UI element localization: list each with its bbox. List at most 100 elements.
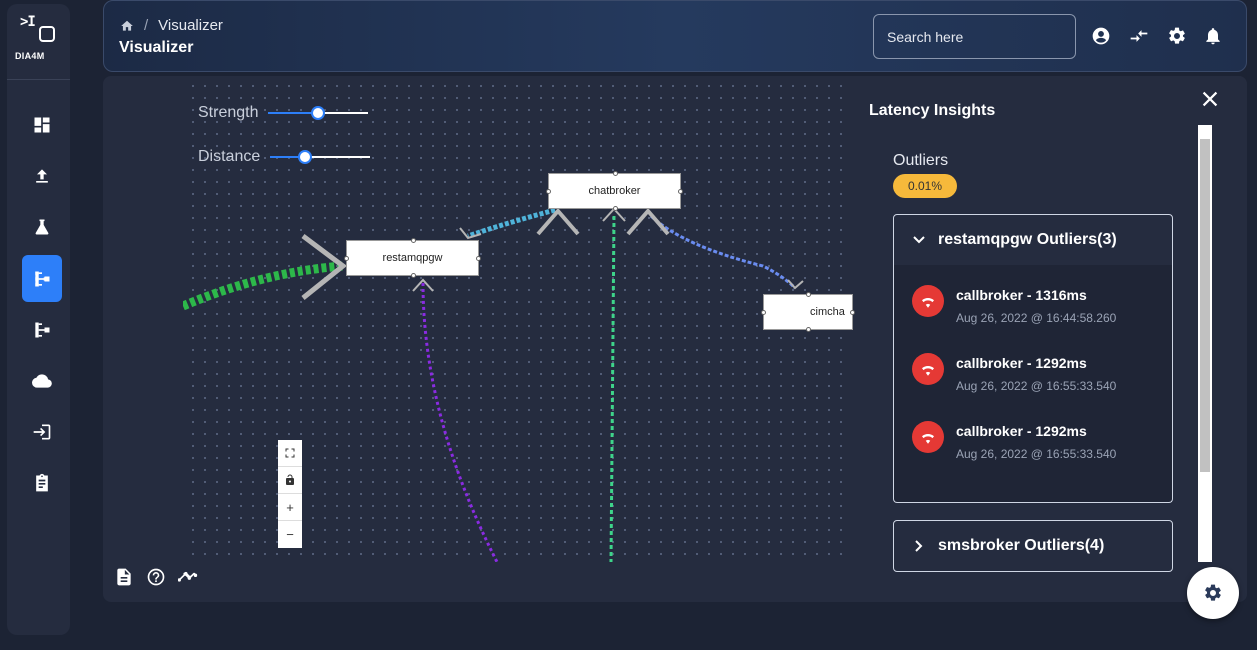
node-port[interactable] <box>612 171 618 176</box>
search-input[interactable] <box>873 14 1076 59</box>
sidebar-item-lab[interactable] <box>22 203 62 250</box>
help-button[interactable] <box>145 566 167 588</box>
collapse-sidebar-button[interactable]: >I <box>20 14 36 30</box>
chevron-down-icon <box>913 236 925 244</box>
node-port[interactable] <box>850 310 855 315</box>
node-port[interactable] <box>761 310 766 315</box>
network-signal-icon <box>912 285 944 317</box>
sidebar: >I DIA4M <box>7 4 70 635</box>
login-icon <box>33 424 51 439</box>
flask-icon <box>35 219 49 234</box>
latency-insights-panel: Latency Insights Outliers 0.01% restamqp… <box>869 76 1247 572</box>
insights-icon <box>178 571 198 582</box>
edge-green-vertical[interactable] <box>609 215 616 562</box>
lock-button[interactable] <box>278 467 302 494</box>
dashboard-icon <box>34 117 50 132</box>
list-item[interactable]: callbroker - 1292ms Aug 26, 2022 @ 16:55… <box>912 353 1116 393</box>
node-port[interactable] <box>546 189 551 194</box>
brand-name: DIA4M <box>15 51 45 61</box>
sidebar-item-dashboard[interactable] <box>22 101 62 148</box>
sidebar-item-visualizer[interactable] <box>22 255 62 302</box>
distance-slider-row: Distance <box>198 148 371 166</box>
accordion-restamqpgw[interactable]: restamqpgw Outliers(3) <box>893 214 1173 266</box>
outlier-title: callbroker - 1316ms <box>956 287 1087 303</box>
node-port[interactable] <box>410 273 416 278</box>
outlier-rate-badge: 0.01% <box>893 174 957 198</box>
outlier-timestamp: Aug 26, 2022 @ 16:55:33.540 <box>956 447 1117 461</box>
visualizer-panel: Strength Distance chatbroker restamqpgw … <box>103 76 1247 602</box>
insights-button[interactable] <box>177 566 199 588</box>
logo: >I DIA4M <box>7 4 70 80</box>
edge-arrow-head <box>787 279 804 290</box>
list-item[interactable]: callbroker - 1292ms Aug 26, 2022 @ 16:55… <box>912 421 1116 461</box>
home-icon[interactable] <box>120 19 134 33</box>
sidebar-item-login[interactable] <box>22 408 62 455</box>
fit-icon <box>285 448 295 458</box>
sidebar-item-cloud[interactable] <box>22 357 62 404</box>
zoom-controls: + − <box>278 440 302 548</box>
outliers-label: Outliers <box>893 152 949 169</box>
compare-arrows-icon[interactable] <box>1128 25 1150 47</box>
zoom-in-button[interactable]: + <box>278 494 302 521</box>
node-port[interactable] <box>476 256 481 261</box>
strength-slider[interactable] <box>268 106 369 120</box>
sidebar-item-topology[interactable] <box>22 306 62 353</box>
insights-title: Latency Insights <box>869 102 996 119</box>
edge-purple[interactable] <box>421 282 499 562</box>
accordion-smsbroker[interactable]: smsbroker Outliers(4) <box>893 520 1173 572</box>
flow-tree-icon <box>35 271 50 286</box>
distance-slider[interactable] <box>270 150 371 164</box>
gear-icon <box>1205 584 1221 601</box>
zoom-out-button[interactable]: − <box>278 521 302 548</box>
cloud-icon <box>32 373 52 388</box>
flow-tree-icon <box>35 322 50 337</box>
distance-slider-thumb[interactable] <box>298 150 313 164</box>
chevron-right-icon <box>915 540 923 552</box>
strength-label: Strength <box>198 104 259 121</box>
accordion-body-restamqpgw: callbroker - 1316ms Aug 26, 2022 @ 16:44… <box>893 265 1173 503</box>
settings-fab-button[interactable] <box>1187 567 1239 619</box>
close-icon <box>1202 91 1218 107</box>
document-button[interactable] <box>113 566 135 588</box>
breadcrumb: / Visualizer <box>120 17 223 34</box>
edge-arrow-head <box>626 207 670 236</box>
help-icon <box>147 568 165 586</box>
strength-slider-row: Strength <box>198 104 369 122</box>
node-port[interactable] <box>678 189 683 194</box>
strength-slider-thumb[interactable] <box>311 106 326 120</box>
account-icon[interactable] <box>1090 25 1112 47</box>
top-header: / Visualizer Visualizer <box>103 0 1247 72</box>
outlier-timestamp: Aug 26, 2022 @ 16:44:58.260 <box>956 311 1117 325</box>
gear-icon[interactable] <box>1166 25 1188 47</box>
sidebar-item-upload[interactable] <box>22 152 62 199</box>
edge-arrow-head <box>536 207 580 236</box>
insights-scrollbar-thumb[interactable] <box>1200 139 1210 472</box>
distance-label: Distance <box>198 148 261 165</box>
accordion-title: smsbroker Outliers(4) <box>938 537 1105 554</box>
page-title: Visualizer <box>119 39 194 56</box>
node-port[interactable] <box>806 292 811 297</box>
breadcrumb-current[interactable]: Visualizer <box>158 17 223 34</box>
graph-node-restamqpgw[interactable]: restamqpgw <box>344 238 481 278</box>
node-port[interactable] <box>806 327 811 332</box>
close-button[interactable] <box>1199 88 1223 112</box>
bottom-toolbar <box>113 566 199 588</box>
edge-blue[interactable] <box>649 214 797 290</box>
sidebar-item-reports[interactable] <box>22 459 62 506</box>
outlier-title: callbroker - 1292ms <box>956 423 1087 439</box>
clipboard-icon <box>36 473 48 491</box>
graph-canvas[interactable]: Strength Distance chatbroker restamqpgw … <box>183 76 855 562</box>
bell-icon[interactable] <box>1202 25 1224 47</box>
list-item[interactable]: callbroker - 1316ms Aug 26, 2022 @ 16:44… <box>912 285 1116 325</box>
graph-node-cimcha[interactable]: cimcha <box>761 292 855 332</box>
outlier-timestamp: Aug 26, 2022 @ 16:55:33.540 <box>956 379 1117 393</box>
upload-icon <box>36 168 48 183</box>
network-signal-icon <box>912 353 944 385</box>
node-port[interactable] <box>344 256 349 261</box>
node-port[interactable] <box>612 206 618 211</box>
document-icon <box>117 568 131 586</box>
graph-node-chatbroker[interactable]: chatbroker <box>546 171 683 211</box>
fit-view-button[interactable] <box>278 440 302 467</box>
logo-mark-icon <box>39 26 55 42</box>
node-port[interactable] <box>410 238 416 243</box>
